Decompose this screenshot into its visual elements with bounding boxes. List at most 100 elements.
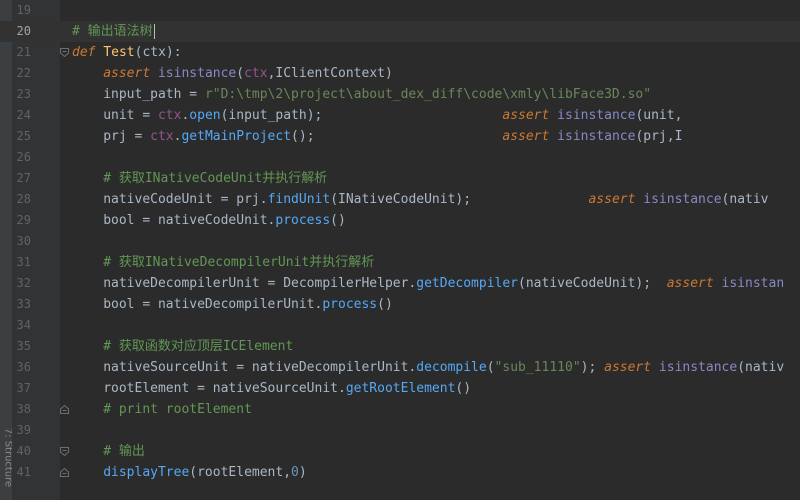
- code-line[interactable]: 35 # 获取函数对应顶层ICElement: [0, 336, 800, 357]
- code-token: getRootElement: [345, 381, 456, 396]
- code-token: nativeCodeUnit = prj.: [103, 192, 268, 207]
- code-text[interactable]: prj = ctx.getMainProject(); assert isins…: [103, 126, 682, 147]
- code-token: assert: [502, 108, 550, 123]
- code-line[interactable]: 29 bool = nativeCodeUnit.process(): [0, 210, 800, 231]
- code-text[interactable]: assert isinstance(ctx,IClientContext): [103, 63, 393, 84]
- code-token: );: [580, 360, 605, 375]
- code-text[interactable]: unit = ctx.open(input_path); assert isin…: [103, 105, 682, 126]
- line-number: 40: [16, 444, 31, 458]
- code-token: findUnit: [267, 192, 331, 207]
- line-number: 19: [16, 3, 31, 17]
- line-number: 41: [16, 465, 31, 479]
- code-text[interactable]: def Test(ctx):: [72, 42, 182, 63]
- code-line[interactable]: 33 bool = nativeDecompilerUnit.process(): [0, 294, 800, 315]
- code-text[interactable]: nativeSourceUnit = nativeDecompilerUnit.…: [103, 357, 784, 378]
- fold-close-icon[interactable]: [60, 405, 69, 414]
- code-line[interactable]: 25 prj = ctx.getMainProject(); assert isi…: [0, 126, 800, 147]
- code-token: # 输出: [103, 444, 145, 459]
- code-token: (nativ: [721, 192, 769, 207]
- code-text[interactable]: nativeCodeUnit = prj.findUnit(INativeCod…: [103, 189, 768, 210]
- code-token: isinstance: [157, 66, 237, 81]
- code-line[interactable]: 31 # 获取INativeDecompilerUnit并执行解析: [0, 252, 800, 273]
- code-token: (ctx):: [134, 45, 182, 60]
- code-line[interactable]: 26: [0, 147, 800, 168]
- code-line[interactable]: 37 rootElement = nativeSourceUnit.getRoot…: [0, 378, 800, 399]
- code-token: "sub_11110": [494, 360, 581, 375]
- code-token: # 获取INativeDecompilerUnit并执行解析: [103, 255, 375, 270]
- code-text[interactable]: displayTree(rootElement,0): [103, 462, 307, 483]
- code-line[interactable]: 38 # print rootElement: [0, 399, 800, 420]
- code-token: open: [189, 108, 221, 123]
- code-line[interactable]: 23 input_path = r"D:\tmp\2\project\about_…: [0, 84, 800, 105]
- code-token: r"D:\tmp\2\project\about_dex_diff\code\x…: [204, 87, 652, 102]
- code-text[interactable]: # 输出: [103, 441, 145, 462]
- line-number: 24: [16, 108, 31, 122]
- code-token: ctx: [157, 108, 182, 123]
- code-line[interactable]: 39: [0, 420, 800, 441]
- code-token: decompile: [416, 360, 487, 375]
- code-token: assert: [666, 276, 714, 291]
- line-number: 34: [16, 318, 31, 332]
- code-line[interactable]: 21 def Test(ctx):: [0, 42, 800, 63]
- code-line[interactable]: 41 displayTree(rootElement,0): [0, 462, 800, 483]
- code-token: ): [298, 465, 307, 480]
- code-token: (): [455, 381, 472, 396]
- code-line[interactable]: 40 # 输出: [0, 441, 800, 462]
- line-number: 26: [16, 150, 31, 164]
- code-line[interactable]: 36 nativeSourceUnit = nativeDecompilerUni…: [0, 357, 800, 378]
- code-line[interactable]: 30: [0, 231, 800, 252]
- code-token: ctx: [150, 129, 174, 144]
- code-token: assert: [502, 129, 550, 144]
- code-token: bool = nativeDecompilerUnit.: [103, 297, 323, 312]
- code-token: Test: [103, 45, 135, 60]
- code-text[interactable]: bool = nativeCodeUnit.process(): [103, 210, 346, 231]
- code-line[interactable]: 20 # 输出语法树: [0, 21, 800, 42]
- line-number: 30: [16, 234, 31, 248]
- code-token: 0: [291, 465, 299, 480]
- code-token: (): [330, 213, 346, 228]
- code-token: isinstance: [557, 129, 636, 144]
- text-caret: [153, 24, 155, 39]
- code-line[interactable]: 28 nativeCodeUnit = prj.findUnit(INativeC…: [0, 189, 800, 210]
- code-text[interactable]: input_path = r"D:\tmp\2\project\about_de…: [103, 84, 651, 105]
- code-token: # 获取INativeCodeUnit并执行解析: [103, 171, 328, 186]
- code-text[interactable]: bool = nativeDecompilerUnit.process(): [103, 294, 393, 315]
- fold-open-icon[interactable]: [60, 48, 69, 57]
- code-token: (unit,: [635, 108, 683, 123]
- code-token: (nativeCodeUnit);: [518, 276, 667, 291]
- code-token: getMainProject: [181, 129, 292, 144]
- code-line[interactable]: 32 nativeDecompilerUnit = DecompilerHelpe…: [0, 273, 800, 294]
- code-text[interactable]: # 获取函数对应顶层ICElement: [103, 336, 293, 357]
- fold-open-icon[interactable]: [60, 447, 69, 456]
- code-line[interactable]: 34: [0, 315, 800, 336]
- code-text[interactable]: # 输出语法树: [72, 21, 155, 42]
- line-number: 27: [16, 171, 31, 185]
- code-token: (input_path);: [220, 108, 503, 123]
- code-editor[interactable]: 7: Structure 19 20 # 输出语法树 21 def Test(ctx):…: [0, 0, 800, 500]
- code-text[interactable]: # print rootElement: [103, 399, 252, 420]
- code-text[interactable]: rootElement = nativeSourceUnit.getRootEl…: [103, 378, 471, 399]
- code-token: isinstance: [643, 192, 722, 207]
- code-text[interactable]: # 获取INativeCodeUnit并执行解析: [103, 168, 327, 189]
- code-text[interactable]: nativeDecompilerUnit = DecompilerHelper.…: [103, 273, 784, 294]
- code-token: # print rootElement: [103, 402, 252, 417]
- code-token: # 输出语法树: [72, 24, 153, 39]
- fold-close-icon[interactable]: [60, 468, 69, 477]
- code-token: isinstance: [557, 108, 636, 123]
- code-text[interactable]: # 获取INativeDecompilerUnit并执行解析: [103, 252, 374, 273]
- code-line[interactable]: 19: [0, 0, 800, 21]
- code-line[interactable]: 24 unit = ctx.open(input_path); assert is…: [0, 105, 800, 126]
- code-token: assert: [588, 192, 636, 207]
- line-number: 38: [16, 402, 31, 416]
- code-token: rootElement = nativeSourceUnit.: [103, 381, 346, 396]
- code-line[interactable]: 27 # 获取INativeCodeUnit并执行解析: [0, 168, 800, 189]
- code-token: bool = nativeCodeUnit.: [103, 213, 276, 228]
- code-line[interactable]: 22 assert isinstance(ctx,IClientContext): [0, 63, 800, 84]
- code-token: assert: [604, 360, 652, 375]
- code-token: input_path =: [103, 87, 205, 102]
- line-number: 29: [16, 213, 31, 227]
